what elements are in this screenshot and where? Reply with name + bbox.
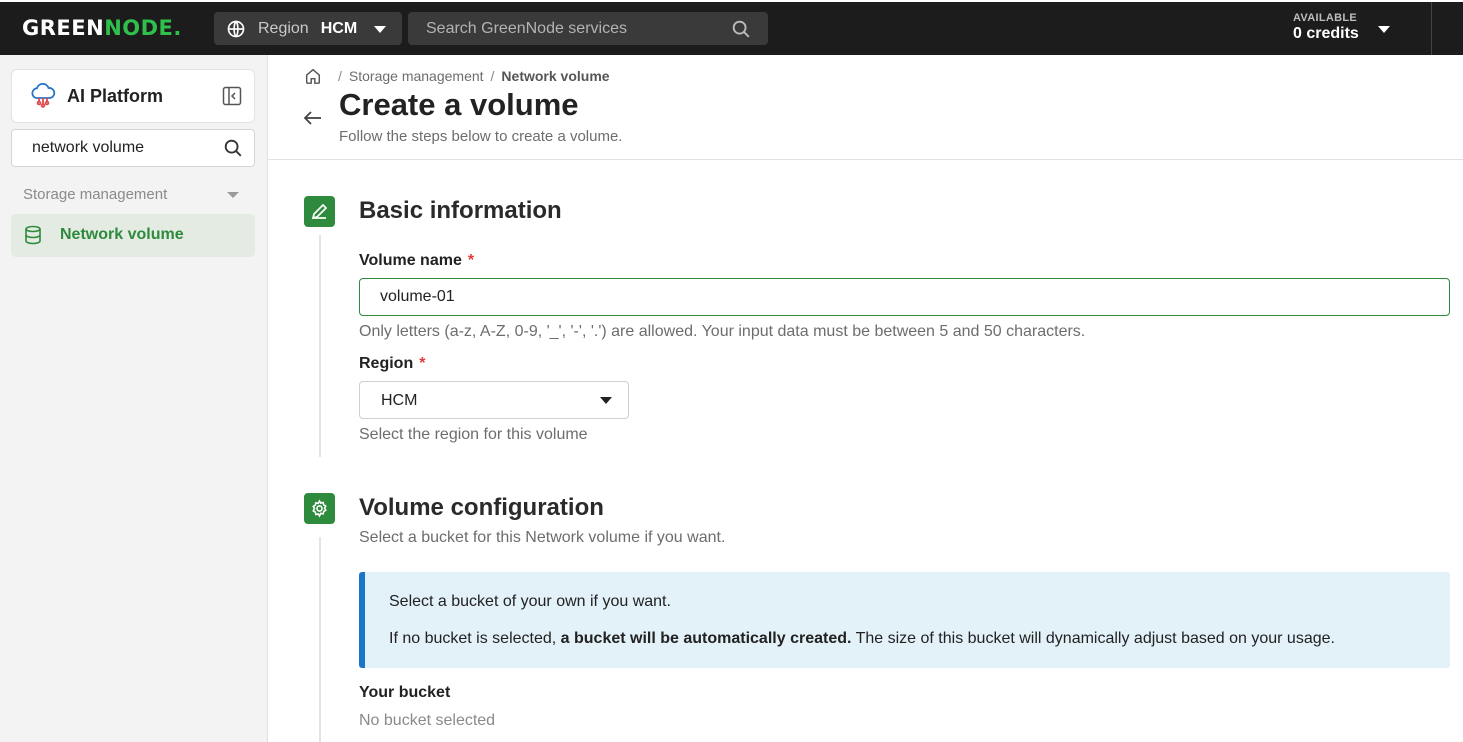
info-line-1: Select a bucket of your own if you want. bbox=[389, 593, 671, 610]
page-title: Create a volume bbox=[339, 87, 579, 122]
top-navigation-bar: GREENNODE. Region HCM AVAILABLE 0 credit… bbox=[0, 0, 1463, 55]
volume-name-field[interactable] bbox=[359, 278, 1450, 316]
collapse-sidebar-icon[interactable] bbox=[222, 86, 242, 106]
home-icon[interactable] bbox=[304, 67, 322, 85]
section-title-volume-configuration: Volume configuration bbox=[359, 494, 604, 521]
credits-display[interactable]: AVAILABLE 0 credits bbox=[1293, 12, 1359, 43]
section-title-basic-information: Basic information bbox=[359, 197, 562, 224]
info-line-2: If no bucket is selected, a bucket will … bbox=[389, 630, 1335, 647]
globe-icon bbox=[227, 20, 245, 37]
sidebar-search-input[interactable] bbox=[32, 130, 212, 166]
step-connector bbox=[319, 537, 321, 742]
sidebar-search bbox=[11, 129, 255, 167]
divider bbox=[1431, 2, 1432, 55]
back-arrow-icon[interactable] bbox=[302, 107, 324, 129]
pencil-icon bbox=[311, 203, 328, 220]
search-icon[interactable] bbox=[730, 18, 752, 40]
region-select[interactable]: HCM bbox=[359, 381, 629, 419]
chevron-down-icon bbox=[227, 192, 239, 198]
service-search-input[interactable] bbox=[426, 12, 726, 45]
sidebar-group-storage-management[interactable]: Storage management bbox=[23, 186, 243, 203]
sidebar-item-label: Network volume bbox=[60, 226, 184, 243]
greennode-logo[interactable]: GREENNODE. bbox=[22, 16, 182, 40]
step-volume-configuration-badge bbox=[304, 493, 335, 524]
credits-value: 0 credits bbox=[1293, 25, 1359, 42]
bucket-info-alert: Select a bucket of your own if you want.… bbox=[359, 572, 1450, 668]
region-field-label: Region * bbox=[359, 355, 426, 372]
required-marker: * bbox=[419, 355, 426, 372]
sidebar-group-label: Storage management bbox=[23, 186, 168, 203]
database-icon bbox=[25, 225, 41, 245]
breadcrumb-item-network-volume[interactable]: Network volume bbox=[501, 68, 609, 84]
your-bucket-value: No bucket selected bbox=[359, 712, 496, 729]
step-basic-information-badge bbox=[304, 196, 335, 227]
main-content: / Storage management / Network volume Cr… bbox=[268, 55, 1463, 742]
breadcrumb-separator: / bbox=[490, 68, 495, 84]
volume-name-helper: Only letters (a-z, A-Z, 0-9, '_', '-', '… bbox=[359, 323, 1086, 340]
platform-title: AI Platform bbox=[67, 86, 164, 106]
breadcrumb-item-storage-management[interactable]: Storage management bbox=[349, 68, 484, 84]
platform-header: AI Platform bbox=[11, 69, 255, 123]
your-bucket-label: Your bucket bbox=[359, 684, 451, 701]
sidebar-item-network-volume[interactable]: Network volume bbox=[11, 214, 255, 257]
volume-name-label: Volume name * bbox=[359, 252, 475, 269]
required-marker: * bbox=[467, 252, 475, 269]
page-subtitle: Follow the steps below to create a volum… bbox=[339, 128, 623, 145]
ai-platform-icon bbox=[31, 83, 56, 108]
gear-icon bbox=[312, 499, 327, 518]
credits-label: AVAILABLE bbox=[1293, 12, 1358, 24]
region-select-value: HCM bbox=[381, 392, 418, 409]
volume-name-input[interactable] bbox=[380, 279, 1420, 315]
volume-configuration-subtitle: Select a bucket for this Network volume … bbox=[359, 529, 726, 546]
breadcrumb: / Storage management / Network volume bbox=[304, 67, 610, 85]
chevron-down-icon bbox=[600, 397, 612, 404]
divider bbox=[268, 159, 1463, 160]
breadcrumb-separator: / bbox=[338, 68, 342, 84]
chevron-down-icon bbox=[374, 26, 386, 33]
chevron-down-icon[interactable] bbox=[1378, 26, 1390, 33]
region-selector[interactable]: Region HCM bbox=[214, 12, 402, 45]
sidebar: AI Platform Storage management Network v… bbox=[0, 55, 268, 742]
search-icon[interactable] bbox=[222, 137, 244, 159]
service-search bbox=[408, 12, 768, 45]
step-connector bbox=[319, 235, 321, 457]
region-helper: Select the region for this volume bbox=[359, 426, 588, 443]
region-value: HCM bbox=[320, 19, 358, 37]
region-label: Region bbox=[258, 19, 309, 37]
